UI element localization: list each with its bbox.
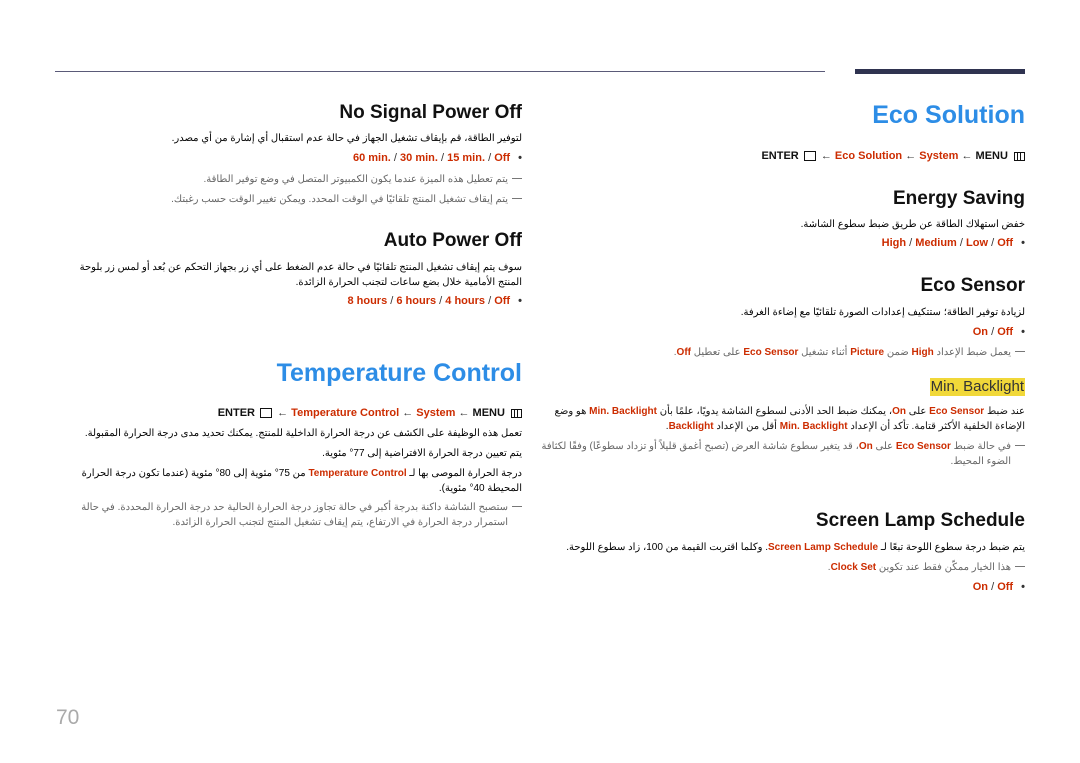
auto-power-off-desc: سوف يتم إيقاف تشغيل المنتج تلقائيًا في ح… (79, 262, 522, 288)
left-column: No Signal Power Off لتوفير الطاقة، قم بإ… (55, 0, 522, 640)
temperature-menu-path: ENTER ← Temperature Control ← System ← M… (218, 407, 522, 419)
no-signal-title: No Signal Power Off (339, 102, 522, 123)
no-signal-note-2: يتم إيقاف تشغيل المنتج تلقائيًا في الوقت… (55, 192, 522, 207)
arrow-icon: ← (402, 407, 414, 419)
menu-icon (511, 408, 522, 418)
path-system: System (416, 407, 456, 419)
option: Off (494, 152, 511, 164)
option: 15 min. (447, 152, 486, 164)
temperature-desc-1: تعمل هذه الوظيفة على الكشف عن درجة الحرا… (84, 428, 522, 439)
arrow-icon: ← (277, 407, 289, 419)
auto-power-off-title: Auto Power Off (383, 230, 522, 251)
min-backlight-note: في حالة ضبط Eco Sensor على On، قد يتغير … (540, 439, 1025, 469)
eco-solution-title: Eco Solution (872, 101, 1025, 129)
enter-label: ENTER (217, 407, 255, 419)
path-system: System (919, 150, 959, 162)
temperature-note: ستصبح الشاشة داكنة بدرجة أكبر في حالة تج… (60, 500, 522, 530)
eco-sensor-note: يعمل ضبط الإعداد High ضمن Picture أثناء … (560, 345, 1025, 360)
option: Off (997, 237, 1014, 249)
temperature-desc-3: درجة الحرارة الموصى بها لـ Temperature C… (81, 468, 522, 494)
option: 4 hours (445, 295, 486, 307)
arrow-icon: ← (905, 150, 917, 162)
path-item: Eco Solution (834, 150, 903, 162)
arrow-icon: ← (961, 150, 973, 162)
option: Off (997, 326, 1014, 338)
page-number: 70 (56, 706, 80, 729)
path-item: Temperature Control (291, 407, 400, 419)
option: On (972, 326, 989, 338)
screen-lamp-title: Screen Lamp Schedule (815, 510, 1025, 531)
screen-lamp-note: هذا الخيار ممكّن فقط عند تكوين Clock Set… (560, 560, 1025, 575)
energy-saving-desc: خفض استهلاك الطاقة عن طريق ضبط سطوع الشا… (800, 219, 1025, 230)
enter-label: ENTER (761, 150, 799, 162)
auto-power-off-options: 8 hours / 6 hours / 4 hours / Off • (347, 295, 522, 307)
menu-label: MENU (975, 150, 1008, 162)
option: Low (966, 237, 989, 249)
eco-solution-menu-path: ENTER ← Eco Solution ← System ← MENU (761, 150, 1025, 162)
energy-saving-title: Energy Saving (893, 188, 1025, 209)
eco-sensor-desc: لزيادة توفير الطاقة؛ ستتكيف إعدادات الصو… (740, 307, 1025, 318)
min-backlight-title: Min. Backlight (929, 378, 1025, 396)
option: On (972, 581, 989, 593)
option: 8 hours (347, 295, 388, 307)
energy-saving-options: High / Medium / Low / Off • (881, 237, 1025, 249)
option: Medium (915, 237, 957, 249)
enter-icon (803, 151, 816, 162)
option: 60 min. (352, 152, 391, 164)
option: High (881, 237, 907, 249)
arrow-icon: ← (820, 150, 832, 162)
option: Off (997, 581, 1014, 593)
eco-solution-section: Eco Solution ENTER ← Eco Solution ← Syst… (542, 0, 1025, 640)
eco-sensor-options: On / Off • (972, 326, 1025, 338)
eco-sensor-title: Eco Sensor (920, 275, 1025, 296)
option: Off (494, 295, 511, 307)
screen-lamp-options: On / Off • (972, 581, 1025, 593)
enter-icon (260, 408, 273, 419)
arrow-icon: ← (458, 407, 470, 419)
no-signal-desc: لتوفير الطاقة، قم بإيقاف تشغيل الجهاز في… (171, 133, 522, 144)
temperature-control-title: Temperature Control (276, 359, 522, 387)
menu-icon (1014, 151, 1025, 161)
option: 30 min. (400, 152, 438, 164)
min-backlight-desc: عند ضبط Eco Sensor على On، يمكنك ضبط الح… (554, 406, 1026, 432)
option: 6 hours (396, 295, 437, 307)
screen-lamp-desc: يتم ضبط درجة سطوع اللوحة تبعًا لـ Screen… (566, 542, 1025, 553)
temperature-desc-2: يتم تعيين درجة الحرارة الافتراضية إلى 77… (322, 448, 522, 459)
menu-label: MENU (472, 407, 505, 419)
no-signal-note-1: يتم تعطيل هذه الميزة عندما يكون الكمبيوت… (55, 172, 522, 187)
no-signal-options: 60 min. / 30 min. / 15 min. / Off • (352, 152, 522, 164)
